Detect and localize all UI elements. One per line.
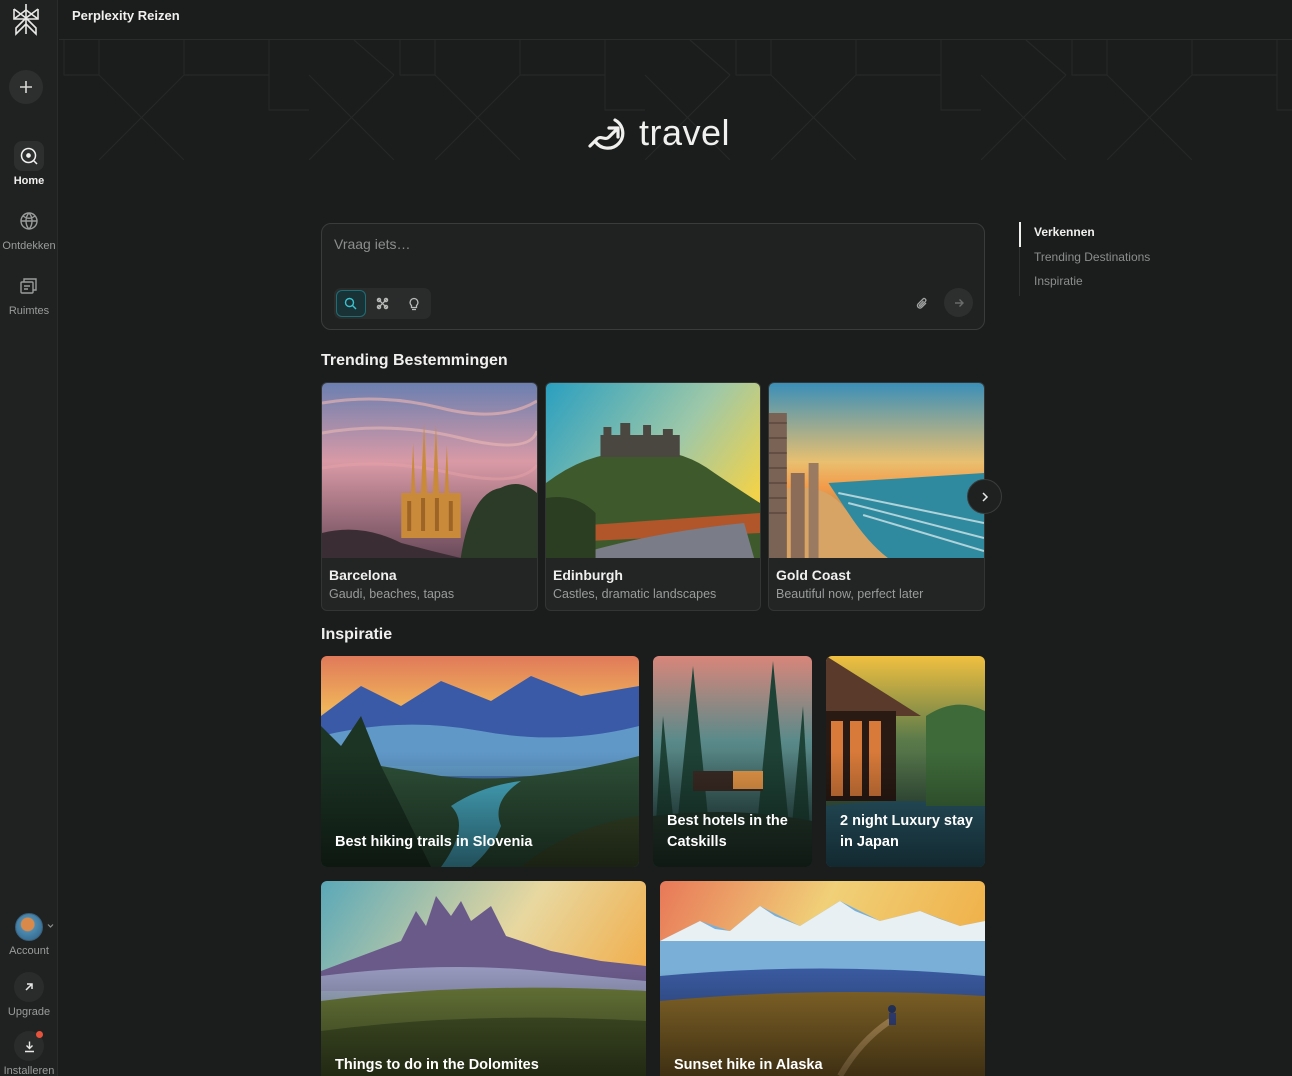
- inspiration-card-slovenia[interactable]: Best hiking trails in Slovenia: [321, 656, 639, 867]
- toc-item-verkennen[interactable]: Verkennen: [1019, 222, 1219, 247]
- toc-item-inspiratie[interactable]: Inspiratie: [1019, 271, 1219, 296]
- destination-desc: Castles, dramatic landscapes: [553, 587, 717, 601]
- upgrade-label: Upgrade: [7, 1006, 51, 1018]
- inspiration-caption: 2 night Luxury stay in Japan: [840, 813, 973, 850]
- destination-name: Edinburgh: [553, 567, 623, 583]
- research-icon: [376, 297, 389, 310]
- destination-desc: Beautiful now, perfect later: [776, 587, 924, 601]
- inspiration-card-japan[interactable]: 2 night Luxury stay in Japan: [826, 656, 985, 867]
- inspiration-card-alaska[interactable]: Sunset hike in Alaska: [660, 881, 985, 1076]
- search-box[interactable]: [321, 223, 985, 330]
- destination-card-edinburgh[interactable]: Edinburgh Castles, dramatic landscapes: [545, 382, 761, 611]
- mode-research-button[interactable]: [368, 290, 398, 317]
- destination-name: Barcelona: [329, 567, 397, 583]
- sidebar-item-label: Home: [13, 175, 45, 187]
- travel-arrow-icon: [588, 118, 625, 150]
- install-label: Installeren: [3, 1065, 55, 1076]
- top-bar: Perplexity Reizen: [59, 0, 1292, 40]
- sidebar-item-label: Ruimtes: [8, 305, 50, 317]
- account-label: Account: [9, 945, 49, 957]
- destination-desc: Gaudi, beaches, tapas: [329, 587, 455, 601]
- upgrade-button[interactable]: [14, 972, 44, 1002]
- page-toc: Verkennen Trending Destinations Inspirat…: [1019, 222, 1219, 296]
- arrow-up-right-icon: [25, 983, 33, 991]
- sidebar-item-ruimtes[interactable]: Ruimtes: [0, 271, 58, 317]
- download-icon: [24, 1041, 34, 1052]
- carousel-next-button[interactable]: [967, 479, 1002, 514]
- travel-brand: travel: [587, 112, 730, 154]
- mode-labs-button[interactable]: [399, 290, 429, 317]
- inspiration-title: Inspiratie: [321, 626, 393, 643]
- sidebar-account[interactable]: Account: [0, 913, 58, 957]
- inspiration-caption: Best hiking trails in Slovenia: [335, 834, 533, 850]
- arrow-right-icon: [954, 298, 964, 307]
- avatar: [15, 913, 43, 941]
- perplexity-logo-icon[interactable]: [10, 2, 42, 36]
- sidebar-upgrade[interactable]: Upgrade: [0, 972, 58, 1018]
- inspiration-caption: Things to do in the Dolomites: [335, 1057, 539, 1073]
- search-icon: [345, 297, 357, 310]
- notification-dot: [36, 1031, 43, 1038]
- globe-icon: [14, 206, 44, 236]
- lightbulb-icon: [409, 297, 419, 310]
- inspiration-card-catskills[interactable]: Best hotels in the Catskills: [653, 656, 812, 867]
- trending-title: Trending Bestemmingen: [321, 352, 508, 369]
- chevron-right-icon: [981, 491, 988, 502]
- barcelona-image: [322, 383, 537, 558]
- app-title: Perplexity Reizen: [72, 8, 180, 23]
- attach-button[interactable]: [912, 294, 932, 314]
- new-thread-button[interactable]: [9, 70, 43, 104]
- inspiration-card-dolomites[interactable]: Things to do in the Dolomites: [321, 881, 646, 1076]
- sidebar-item-ontdekken[interactable]: Ontdekken: [0, 206, 58, 252]
- edinburgh-image: [546, 383, 760, 558]
- chevron-down-icon: [47, 924, 54, 928]
- search-input[interactable]: [334, 236, 894, 252]
- mode-search-button[interactable]: [336, 290, 366, 317]
- inspiration-caption: Sunset hike in Alaska: [674, 1057, 823, 1073]
- sidebar-item-home[interactable]: Home: [0, 141, 58, 187]
- toc-item-trending[interactable]: Trending Destinations: [1019, 246, 1219, 271]
- brand-text: travel: [639, 112, 731, 153]
- search-mode-group: [334, 288, 431, 319]
- sidebar: Home Ontdekken Ruimtes Account Upgrade I…: [0, 0, 58, 1076]
- paperclip-icon: [916, 297, 927, 309]
- sidebar-install[interactable]: Installeren: [0, 1031, 58, 1076]
- destination-name: Gold Coast: [776, 567, 851, 583]
- home-search-icon: [14, 141, 44, 171]
- submit-button[interactable]: [944, 288, 973, 317]
- inspiration-caption: Best hotels in the Catskills: [667, 813, 788, 850]
- destination-card-barcelona[interactable]: Barcelona Gaudi, beaches, tapas: [321, 382, 538, 611]
- spaces-icon: [14, 271, 44, 301]
- install-button[interactable]: [14, 1031, 44, 1061]
- sidebar-item-label: Ontdekken: [2, 240, 56, 252]
- destination-card-gold-coast[interactable]: Gold Coast Beautiful now, perfect later: [768, 382, 985, 611]
- gold-coast-image: [769, 383, 984, 558]
- plus-icon: [20, 81, 32, 93]
